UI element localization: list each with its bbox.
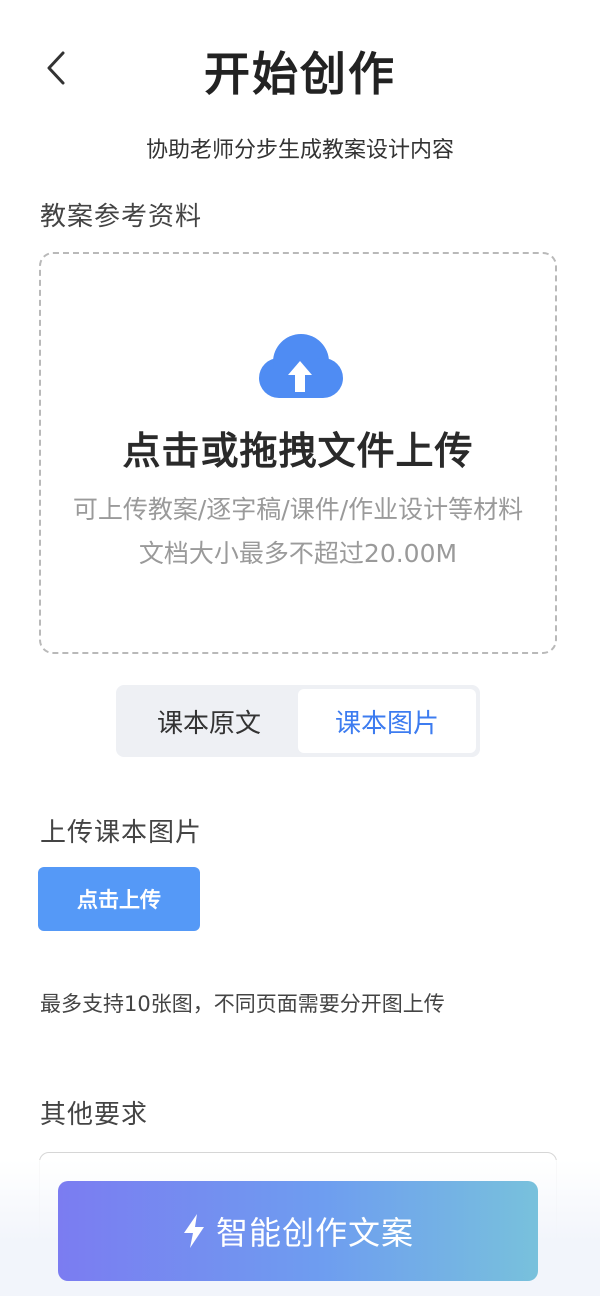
upload-limit-note: 最多支持10张图，不同页面需要分开图上传 — [40, 992, 445, 1016]
smart-create-label: 智能创作文案 — [215, 1214, 414, 1252]
dropzone-hint-formats: 可上传教案/逐字稿/课件/作业设计等材料 — [72, 495, 524, 524]
source-tabs: 课本原文 课本图片 — [116, 685, 480, 757]
lightning-icon — [182, 1214, 206, 1248]
create-page: 开始创作 协助老师分步生成教案设计内容 教案参考资料 点击或拖拽文件上传 可上传… — [0, 0, 600, 1296]
tab-textbook-images[interactable]: 课本图片 — [298, 689, 476, 753]
tab-textbook-text[interactable]: 课本原文 — [120, 689, 298, 753]
other-requirements-label: 其他要求 — [40, 1100, 149, 1130]
dropzone-hint-size: 文档大小最多不超过20.00M — [138, 539, 458, 568]
reference-section-label: 教案参考资料 — [40, 202, 203, 232]
smart-create-button[interactable]: 智能创作文案 — [58, 1181, 538, 1281]
cloud-upload-icon — [259, 334, 343, 398]
file-dropzone[interactable]: 点击或拖拽文件上传 可上传教案/逐字稿/课件/作业设计等材料 文档大小最多不超过… — [39, 252, 557, 654]
page-subtitle: 协助老师分步生成教案设计内容 — [145, 138, 454, 163]
upload-images-section-label: 上传课本图片 — [40, 818, 203, 848]
dropzone-title: 点击或拖拽文件上传 — [122, 429, 474, 473]
upload-button[interactable]: 点击上传 — [38, 867, 200, 931]
page-title: 开始创作 — [204, 47, 396, 101]
header: 开始创作 协助老师分步生成教案设计内容 — [0, 0, 600, 163]
